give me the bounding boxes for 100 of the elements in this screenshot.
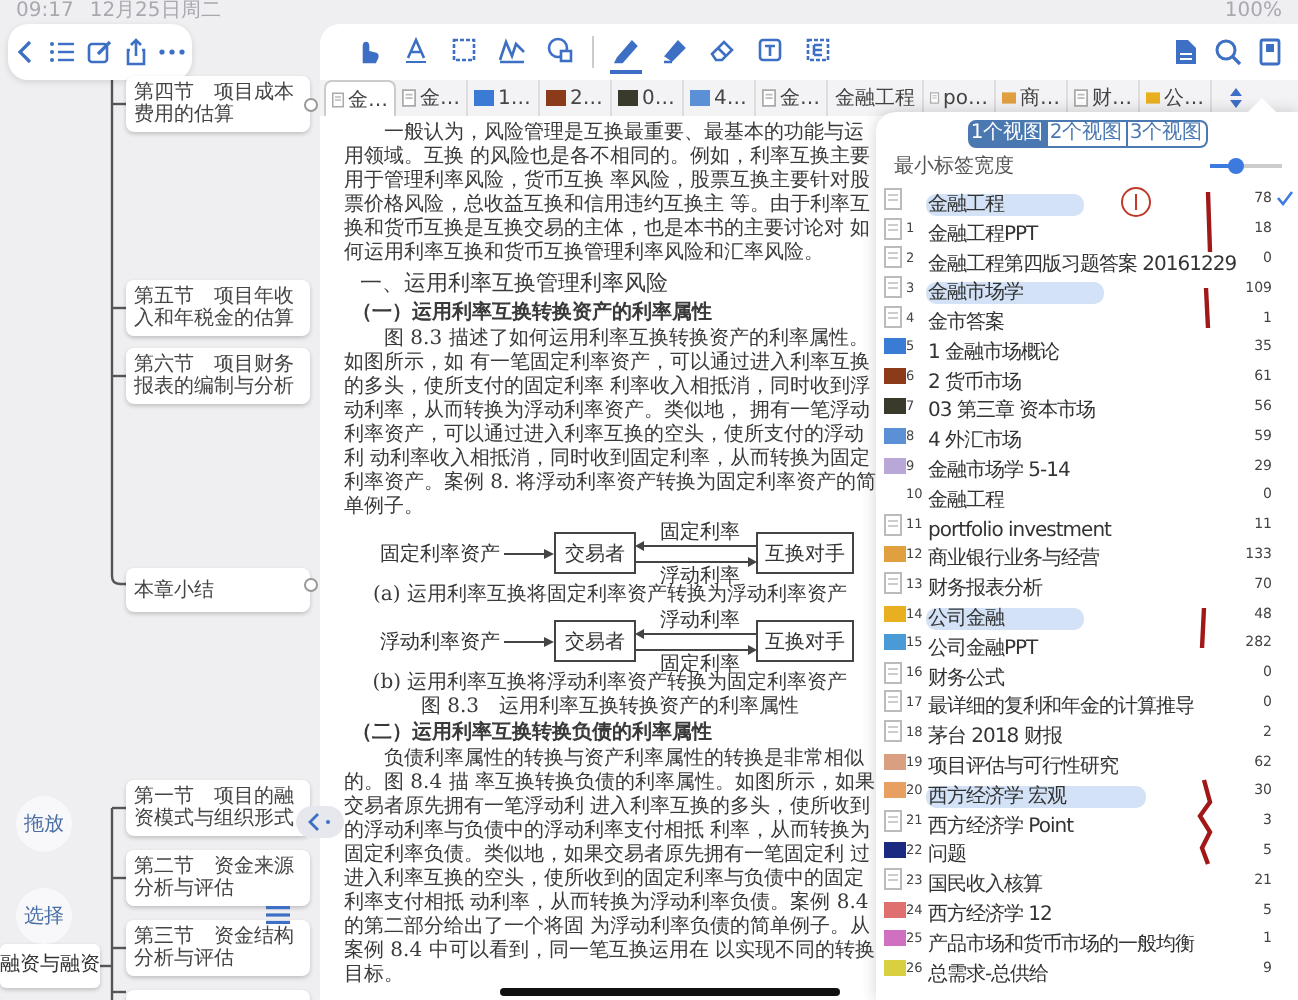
document-tab[interactable]: 0…	[612, 80, 684, 116]
document-name[interactable]: 项目评估与可行性研究	[926, 756, 1118, 779]
view-mode-segment[interactable]: 3个视图	[1127, 120, 1207, 148]
thumbnail-icon	[884, 634, 906, 651]
document-icon[interactable]	[1174, 38, 1198, 66]
thumbnail-icon	[884, 782, 906, 799]
document-name[interactable]: 4 外汇市场	[926, 430, 1022, 453]
counterparty-box: 互换对手	[756, 620, 854, 662]
document-name[interactable]: 问题	[926, 844, 966, 867]
document-tab[interactable]: 2…	[540, 80, 612, 116]
thumbnail-icon	[884, 457, 906, 474]
mindmap-node[interactable]: 本章小结	[126, 568, 310, 612]
figure-caption: (a) 运用利率互换将固定利率资产转换为浮动利率资产	[371, 584, 849, 608]
figure-caption: (b) 运用利率互换将浮动利率资产转换为固定利率资产	[370, 672, 850, 695]
thumbnail-icon	[884, 841, 906, 858]
mindmap-node[interactable]: 第五节 项目年收入和年税金的估算	[126, 280, 310, 336]
page-thumbnail-icon	[884, 513, 902, 536]
document-name[interactable]: 国民收入核算	[926, 874, 1042, 897]
document-name[interactable]: 1 金融市场概论	[926, 341, 1060, 364]
document-tab[interactable]: 1…	[468, 80, 540, 116]
node-handle-icon[interactable]	[304, 98, 318, 112]
document-name[interactable]: 金融工程	[926, 489, 1004, 512]
node-handle-icon[interactable]	[304, 578, 318, 592]
thumbnail-icon	[1146, 90, 1160, 106]
menu-icon[interactable]	[266, 906, 290, 924]
thumbnail-icon	[1002, 90, 1016, 106]
document-tab[interactable]: 4…	[684, 80, 756, 116]
document-name[interactable]: 金融工程第四版习题答案 20161229	[926, 253, 1237, 275]
thumbnail-icon	[690, 90, 710, 106]
mode-button[interactable]: 拖放	[16, 796, 72, 852]
page-thumbnail-icon	[332, 89, 344, 109]
document-name[interactable]: 商业银行业务与经营	[926, 548, 1099, 571]
body-paragraph: 图 8.3 描述了如何运用利率互换转换资产的利率属性。如图所示，如 有一笔固定利率资产，可以通过进入利率互换的多头，使所支付的固定利率 利率收入相抵消，同时收到浮动利率，从而转换为浮动利率资产。类似地， 拥有一笔浮动利率资产，可以通过进入利率互换的空头，使所支付的浮动利 动利率收入相抵消，同时收到固定利率，从而转换为固定利率资产。案例 8. 将浮动利率资产转换为固定利率资产的简单例子。	[344, 328, 876, 520]
document-name[interactable]: 最详细的复利和年金的计算推导	[926, 696, 1194, 719]
thumbnail-icon	[884, 338, 906, 355]
page-thumbnail-icon	[884, 661, 902, 684]
page-thumbnail-icon	[402, 88, 416, 108]
page-thumbnail-icon	[884, 868, 902, 891]
rate-label: 固定利率	[660, 522, 740, 544]
subsection-heading: （一）运用利率互换转换资产的利率属性	[352, 300, 714, 327]
document-name[interactable]: 2 货币市场	[926, 371, 1022, 394]
body-paragraph: 负债利率属性的转换与资产利率属性的转换是非常相似的。图 8.4 描 率互换转换负债的利率属性。如图所示，如果交易者原先拥有一笔浮动利 进入利率互换的多头，使所收到的浮动利率与负债中的浮动利率支付相抵 利率，从而转换为固定利率负债。类似地，如果交易者原先拥有一笔固定利 过进入利率互换的空头，使所收到的固定利率与负债中的固定利率支付相抵 动利率，从而转换为浮动利率负债。案例 8.4 的第二部分给出了一个将固 为浮动利率负债的简单例子。从案例 8.4 中可以看到，同一笔互换运用在 以实现不同的转换目标。	[344, 748, 876, 988]
thumbnail-icon	[546, 90, 566, 106]
document-tab[interactable]: 金…	[324, 80, 396, 116]
trader-box: 交易者	[554, 620, 636, 662]
thumbnail-icon	[884, 368, 906, 385]
document-name[interactable]: 财务公式	[926, 667, 1004, 690]
document-name[interactable]: 金融工程PPT	[926, 223, 1038, 246]
list-icon[interactable]	[47, 40, 76, 64]
mindmap-node[interactable]: 第二节 资金来源分析与评估	[126, 850, 310, 906]
document-name[interactable]: 西方经济学 12	[926, 904, 1052, 927]
asset-label: 浮动利率资产	[380, 632, 500, 654]
collapse-handle[interactable]	[296, 806, 344, 838]
mindmap-node[interactable]: 第三节 资金结构分析与评估	[126, 920, 310, 976]
document-name[interactable]: 03 第三章 资本市场	[926, 400, 1096, 423]
mode-button[interactable]: 选择	[16, 888, 72, 944]
document-name[interactable]: 西方经济学 Point	[926, 815, 1074, 838]
document-name[interactable]: 金融市场学 5-14	[926, 460, 1070, 483]
updown-arrows-icon[interactable]	[1228, 86, 1244, 110]
page-thumbnail-icon	[930, 88, 940, 108]
view-mode-segment[interactable]: 2个视图	[1047, 120, 1127, 148]
document-name[interactable]: portfolio investment	[926, 519, 1111, 542]
document-name[interactable]: 公司金融PPT	[926, 637, 1038, 660]
thumbnail-icon	[884, 901, 906, 918]
document-name[interactable]: 金市答案	[926, 312, 1004, 335]
search-icon[interactable]	[1214, 38, 1242, 66]
document-tab[interactable]: 金…	[756, 80, 828, 116]
thumbnail-icon	[884, 545, 906, 562]
view-mode-segment[interactable]: 1个视图	[967, 120, 1047, 148]
thumbnail-icon	[884, 605, 906, 622]
body-paragraph: 一般认为，风险管理是互换最重要、最基本的功能与运用领域。互换 的风险也是各不相同的。例如，利率互换主要用于管理利率风险，货币互换 率风险，股票互换主要针对股票价格风险，总收益互换和信用违约互换主 等。由于利率互换和货币互换是互换交易的主体，也是本书的主要讨论对 如何运用利率互换和货币互换管理利率风险和汇率风险。	[344, 122, 873, 266]
share-icon[interactable]	[124, 38, 149, 66]
document-name[interactable]: 金融工程	[926, 193, 1084, 216]
page-thumbnail-icon	[884, 809, 902, 832]
thumbnail-icon	[884, 397, 906, 414]
document-name[interactable]: 产品市场和货币市场的一般均衡	[926, 933, 1194, 956]
page-thumbnail-icon	[884, 572, 902, 595]
counterparty-box: 互换对手	[756, 532, 854, 574]
flow-arrow	[635, 629, 757, 639]
min-tab-width-label: 最小标签宽度	[894, 153, 1014, 180]
bookmark-icon[interactable]	[1258, 38, 1282, 66]
subsection-heading: （二）运用利率互换转换负债的利率属性	[352, 720, 714, 747]
page-thumbnail-icon	[884, 217, 902, 240]
mindmap-node[interactable]: 第一节 项目的融资模式与组织形式	[126, 780, 310, 836]
thumbnail-icon	[474, 90, 494, 106]
document-name[interactable]: 财务报表分析	[926, 578, 1042, 601]
mindmap-node[interactable]: 融资与融资	[0, 944, 100, 988]
document-name[interactable]: 总需求-总供给	[926, 963, 1049, 986]
document-name[interactable]: 金融市场学	[926, 282, 1103, 305]
rate-label: 浮动利率	[660, 610, 740, 632]
more-icon[interactable]	[158, 48, 187, 56]
document-tab[interactable]: 金…	[396, 80, 468, 116]
document-name[interactable]: 茅台 2018 财报	[926, 726, 1062, 749]
edit-icon[interactable]	[85, 38, 114, 66]
mindmap-node[interactable]: 第四节 项目成本费用的估算	[126, 76, 310, 132]
document-name[interactable]: 公司金融	[926, 608, 1084, 631]
page-thumbnail-icon	[884, 306, 902, 329]
document-name[interactable]: 西方经济学 宏观	[926, 785, 1147, 808]
thumbnail-icon	[884, 960, 906, 977]
mindmap-node[interactable]: 第六节 项目财务报表的编制与分析	[126, 348, 310, 404]
